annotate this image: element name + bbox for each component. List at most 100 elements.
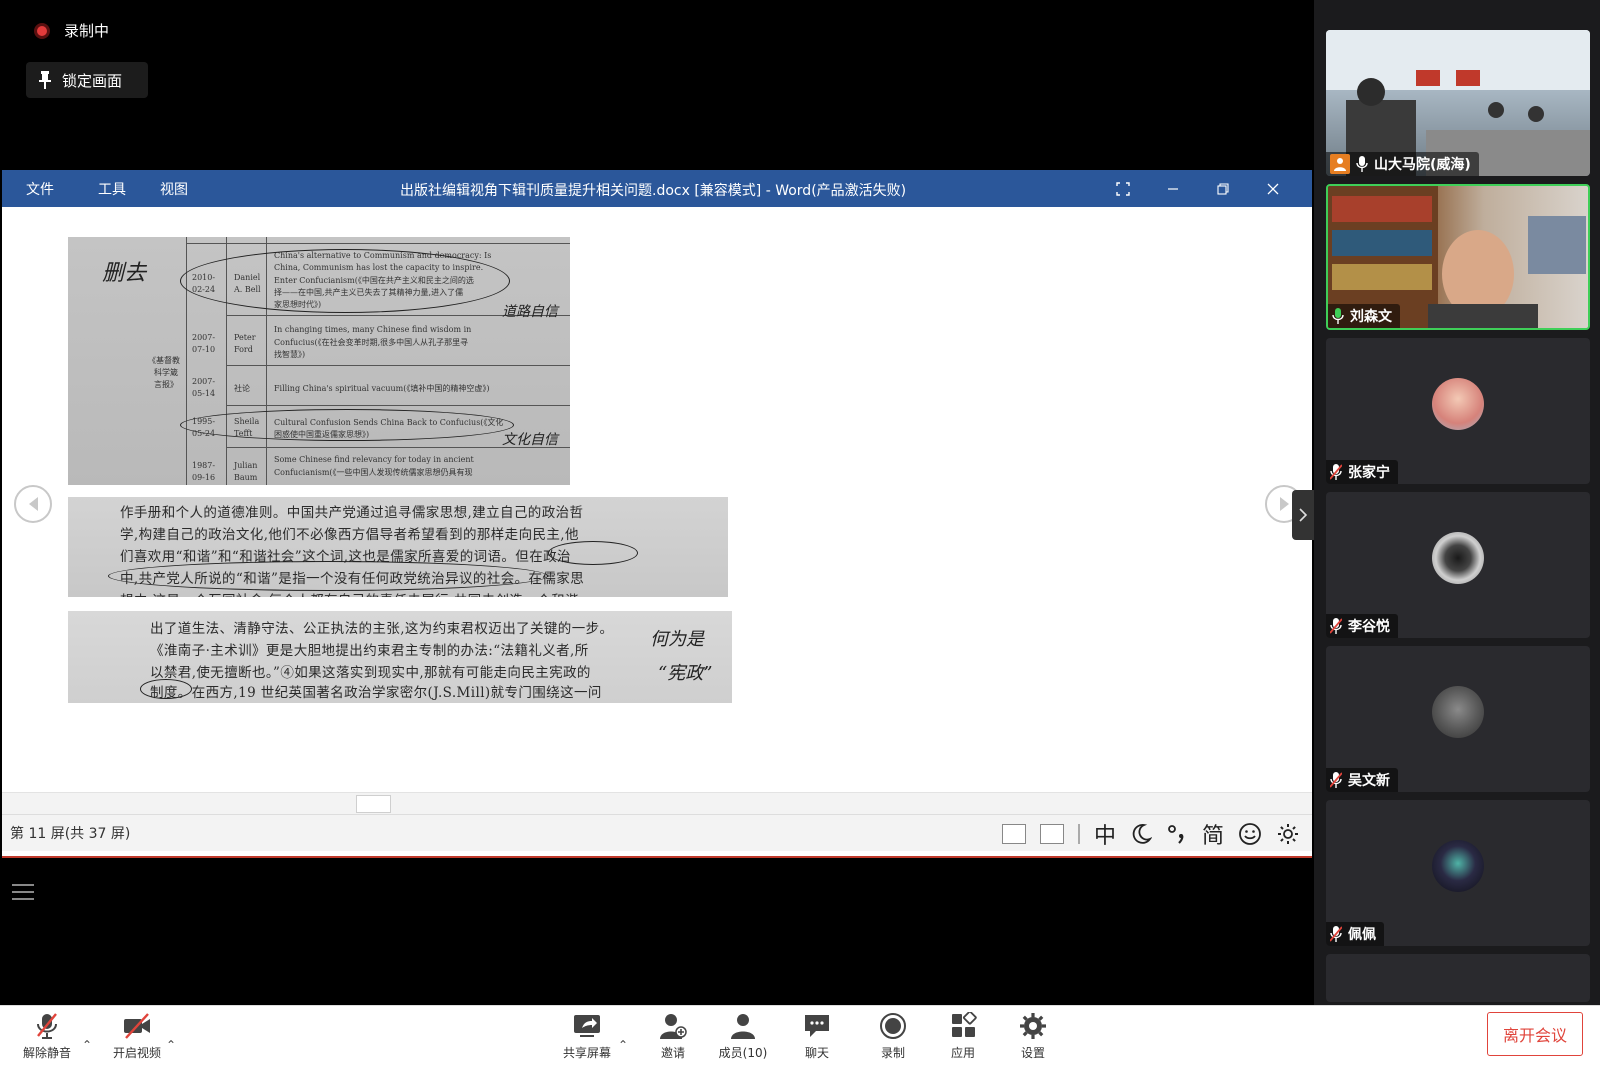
scan-text-line: 学,构建自己的政治文化,他们不必像西方倡导者希望看到的那样走向民主,他 (120, 527, 579, 543)
gear-icon (1020, 1013, 1046, 1039)
handwriting-what-is: 何为是 (650, 629, 704, 650)
participant-tile[interactable]: 刘森文 (1326, 184, 1590, 330)
horizontal-scrollbar[interactable] (2, 792, 1312, 814)
add-user-icon (660, 1014, 687, 1039)
avatar (1432, 686, 1484, 738)
participant-name-label: 山大马院(威海) (1326, 152, 1479, 176)
chat-icon (805, 1015, 829, 1037)
chevron-up-icon[interactable]: ⌃ (618, 1038, 628, 1052)
restore-icon[interactable] (1198, 170, 1248, 207)
mic-muted-icon (37, 1013, 57, 1039)
lock-view-button[interactable]: 锁定画面 (26, 62, 148, 98)
participant-tile[interactable]: 李谷悦 (1326, 492, 1590, 638)
scan-text-line: 制度。在西方,19 世纪英国著名政治学家密尔(J.S.Mill)就专门围绕这一问 (150, 685, 602, 701)
table-cell: Filling China's spiritual vacuum(《填补中国的精… (274, 384, 490, 393)
table-cell: 社论 (234, 384, 250, 393)
source-line: 科学箴 (154, 368, 178, 377)
scanned-paragraph-image: 作手册和个人的道德准则。中国共产党通过追寻儒家思想,建立自己的政治哲 学,构建自… (68, 497, 728, 597)
settings-button[interactable]: 设置 (998, 1012, 1068, 1061)
leave-meeting-button[interactable]: 离开会议 (1487, 1012, 1583, 1056)
avatar (1432, 532, 1484, 584)
divider (1077, 823, 1080, 844)
invite-label: 邀请 (660, 1046, 685, 1060)
punctuation-icon[interactable] (1166, 823, 1188, 845)
source-line: 《基督教 (148, 356, 180, 365)
handwriting-culture-confidence: 文化自信 (502, 432, 558, 448)
document-area: 删去 道路自信 文化自信 《基督教 科学箴 言报》 2010- 02-24 Da… (2, 207, 1312, 792)
gear-icon[interactable] (1276, 822, 1300, 846)
participant-tile[interactable]: 佩佩 (1326, 800, 1590, 946)
simplified-chinese-icon[interactable]: 简 (1202, 818, 1224, 850)
video-off-icon (124, 1013, 150, 1039)
mic-muted-icon (1330, 464, 1342, 480)
meeting-toolbar: 解除静音 ⌃ 开启视频 ⌃ 共享屏幕 ⌃ 邀请 成员(10) 聊天 录制 应用 … (0, 1005, 1600, 1072)
avatar (1432, 378, 1484, 430)
menu-view[interactable]: 视图 (160, 179, 188, 199)
share-border (2, 856, 1312, 858)
recording-indicator: 录制中 (34, 20, 109, 41)
fullscreen-icon[interactable] (1098, 170, 1148, 207)
members-button[interactable]: 成员(10) (708, 1012, 778, 1061)
participant-tile[interactable]: 吴文新 (1326, 646, 1590, 792)
start-video-button[interactable]: 开启视频 (102, 1012, 172, 1061)
record-label: 录制 (880, 1046, 905, 1060)
unmute-button[interactable]: 解除静音 (12, 1012, 82, 1061)
mic-icon (1356, 156, 1368, 172)
handwriting-constitutionalism: “宪政” (658, 663, 713, 684)
table-cell: 找智慧》) (274, 350, 306, 359)
word-window: 文件 工具 视图 出版社编辑视角下辑刊质量提升相关问题.docx [兼容模式] … (2, 170, 1312, 858)
table-cell: 05-14 (192, 389, 216, 398)
lock-view-label: 锁定画面 (62, 71, 123, 90)
participant-name-label: 李谷悦 (1326, 614, 1398, 638)
mic-muted-icon (1330, 772, 1342, 788)
participant-tile[interactable]: 张家宁 (1326, 338, 1590, 484)
source-line: 言报》 (154, 380, 178, 389)
scanned-table-image: 删去 道路自信 文化自信 《基督教 科学箴 言报》 2010- 02-24 Da… (68, 237, 570, 485)
chevron-up-icon[interactable]: ⌃ (82, 1038, 92, 1052)
read-mode-icon[interactable] (1001, 823, 1026, 844)
invite-button[interactable]: 邀请 (638, 1012, 708, 1061)
collapse-panel-button[interactable] (1292, 490, 1314, 540)
chat-label: 聊天 (804, 1046, 829, 1060)
table-cell: Julian (234, 461, 258, 470)
arrow-right-icon (1279, 497, 1289, 511)
arrow-left-icon (28, 497, 38, 511)
scanned-paragraph-image: 出了道生法、清静守法、公正执法的主张,这为约束君权迈出了关键的一步。 《淮南子·… (68, 611, 732, 703)
prev-page-button[interactable] (14, 485, 52, 523)
scan-text-line: 以禁君,使无擅断也。”④如果这落实到现实中,那就有可能走向民主宪政的 (150, 665, 591, 681)
participant-tile[interactable]: 山大马院(威海) (1326, 30, 1590, 176)
share-screen-button[interactable]: 共享屏幕 (552, 1012, 622, 1061)
chevron-right-icon (1299, 508, 1308, 522)
ime-chinese-icon[interactable]: 中 (1094, 818, 1116, 850)
pin-icon (39, 71, 51, 89)
apps-button[interactable]: 应用 (928, 1012, 998, 1061)
avatar (1432, 840, 1484, 892)
table-cell: Peter (234, 333, 256, 342)
record-button[interactable]: 录制 (858, 1012, 928, 1061)
menu-file[interactable]: 文件 (26, 179, 54, 199)
word-titlebar: 文件 工具 视图 出版社编辑视角下辑刊质量提升相关问题.docx [兼容模式] … (2, 170, 1312, 207)
table-cell: 2007- (192, 333, 216, 342)
scan-text-line: 作手册和个人的道德准则。中国共产党通过追寻儒家思想,建立自己的政治哲 (120, 505, 584, 521)
print-layout-icon[interactable] (1039, 823, 1064, 844)
close-icon[interactable] (1248, 170, 1298, 207)
participant-name-label: 张家宁 (1326, 460, 1398, 484)
handwriting-path-confidence: 道路自信 (502, 304, 558, 320)
meeting-window: 录制中 锁定画面 文件 工具 视图 出版社编辑视角下辑刊质量提升相关问题.doc… (0, 0, 1600, 1072)
apps-label: 应用 (950, 1046, 975, 1060)
table-cell: 09-16 (192, 473, 216, 482)
participants-panel: 山大马院(威海) 刘森文 张家宁 李谷悦 吴文新 佩佩 (1314, 0, 1600, 1005)
minimize-icon[interactable] (1148, 170, 1198, 207)
chevron-up-icon[interactable]: ⌃ (166, 1038, 176, 1052)
participant-tile[interactable] (1326, 954, 1590, 1002)
table-cell: 07-10 (192, 345, 216, 354)
moon-icon[interactable] (1130, 823, 1152, 845)
list-icon[interactable] (12, 884, 34, 902)
emoji-icon[interactable] (1238, 822, 1262, 846)
menu-tools[interactable]: 工具 (98, 179, 126, 199)
chat-button[interactable]: 聊天 (782, 1012, 852, 1061)
recording-label: 录制中 (64, 22, 110, 40)
share-screen-icon (574, 1015, 600, 1037)
participant-name: 佩佩 (1348, 927, 1376, 943)
scrollbar-thumb[interactable] (356, 795, 391, 813)
